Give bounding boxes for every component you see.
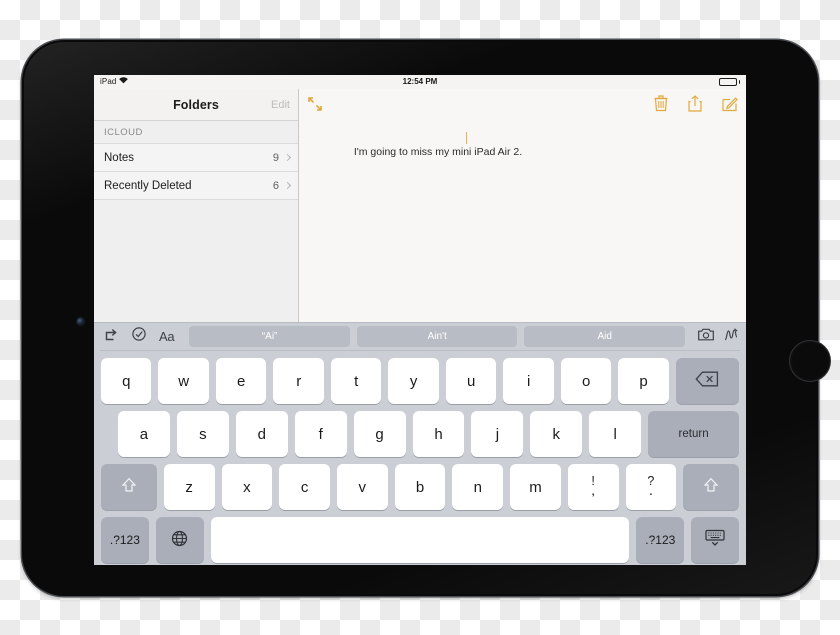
question-period-key[interactable]: ? . xyxy=(625,464,677,510)
share-up-icon[interactable] xyxy=(688,95,702,117)
edit-button[interactable]: Edit xyxy=(271,99,290,111)
status-bar: iPad 12:54 PM xyxy=(94,75,746,89)
status-bar-clock: 12:54 PM xyxy=(402,77,438,86)
key-c[interactable]: c xyxy=(279,464,330,510)
chevron-right-icon xyxy=(283,181,292,190)
ipad-device-frame: iPad 12:54 PM Folders Edit ICLOUD Notes … xyxy=(22,40,831,596)
key-o[interactable]: o xyxy=(560,358,612,404)
globe-language-icon xyxy=(171,530,188,551)
keyboard-row-3: z x c v b n m ! , ? . xyxy=(100,464,740,510)
key-l[interactable]: l xyxy=(589,411,642,457)
page-title: Folders xyxy=(173,98,219,112)
key-z[interactable]: z xyxy=(163,464,215,510)
screenshot-canvas: iPad 12:54 PM Folders Edit ICLOUD Notes … xyxy=(0,0,840,635)
keyboard-dismiss-key[interactable] xyxy=(691,517,739,563)
numbers-key-right[interactable]: .?123 xyxy=(636,517,685,563)
key-q[interactable]: q xyxy=(101,358,152,404)
status-bar-right xyxy=(718,78,740,86)
key-b[interactable]: b xyxy=(394,464,446,510)
key-y[interactable]: y xyxy=(388,358,439,404)
backspace-key[interactable] xyxy=(675,358,739,404)
checkmark-circle-icon[interactable] xyxy=(132,327,146,346)
keyboard-row-1: q w e r t y u i o p xyxy=(100,358,740,404)
ipad-screen: iPad 12:54 PM Folders Edit ICLOUD Notes … xyxy=(94,75,746,565)
sidebar-navbar: Folders Edit xyxy=(94,89,298,121)
key-n[interactable]: n xyxy=(452,464,504,510)
key-dual-bottom: . xyxy=(649,487,653,499)
prediction-candidate-3[interactable]: Aid xyxy=(524,326,685,347)
suggestion-right-icons xyxy=(692,327,740,346)
return-key[interactable]: return xyxy=(648,411,739,457)
keyboard-dismiss-icon xyxy=(704,529,726,551)
home-button[interactable] xyxy=(789,340,831,382)
shift-key-right[interactable] xyxy=(683,464,740,510)
key-x[interactable]: x xyxy=(221,464,273,510)
sidebar-item-label: Recently Deleted xyxy=(104,179,192,192)
backspace-delete-icon xyxy=(695,371,719,391)
note-navbar xyxy=(299,89,746,121)
markup-pen-icon[interactable] xyxy=(724,327,738,346)
battery-full-icon xyxy=(718,78,737,86)
key-dual-bottom: , xyxy=(591,487,595,499)
sidebar-item-count: 9 xyxy=(272,151,279,164)
key-e[interactable]: e xyxy=(215,358,267,404)
key-a[interactable]: a xyxy=(118,411,170,457)
key-g[interactable]: g xyxy=(353,411,406,457)
prediction-candidate-1[interactable]: “Ai” xyxy=(189,326,350,347)
key-d[interactable]: d xyxy=(235,411,288,457)
key-f[interactable]: f xyxy=(294,411,347,457)
undo-icon[interactable] xyxy=(104,328,119,346)
shift-up-arrow-icon xyxy=(703,477,719,497)
note-text-string: I'm going to miss my mini iPad Air 2. xyxy=(353,146,523,158)
key-i[interactable]: i xyxy=(503,358,554,404)
shift-up-arrow-icon xyxy=(121,477,137,497)
key-j[interactable]: j xyxy=(471,411,524,457)
predictive-suggestion-bar: Aa “Ai” Ain't Aid xyxy=(100,323,740,351)
chevron-right-icon xyxy=(283,153,292,162)
sidebar-item-count: 6 xyxy=(272,179,279,192)
sidebar-item-label: Notes xyxy=(104,151,135,164)
key-p[interactable]: p xyxy=(618,358,669,404)
text-caret xyxy=(466,132,468,144)
note-action-buttons xyxy=(654,95,738,117)
numbers-key-left[interactable]: .?123 xyxy=(101,517,149,563)
compose-pencil-icon[interactable] xyxy=(722,95,738,117)
keyboard-row-2: a s d f g h j k l return xyxy=(100,411,740,457)
battery-cap xyxy=(738,80,740,84)
key-t[interactable]: t xyxy=(330,358,382,404)
front-camera-dot xyxy=(77,318,84,325)
key-v[interactable]: v xyxy=(336,464,388,510)
key-s[interactable]: s xyxy=(176,411,229,457)
software-keyboard: Aa “Ai” Ain't Aid q w e r t y u i o p a … xyxy=(94,322,746,565)
globe-language-key[interactable] xyxy=(155,517,204,563)
key-r[interactable]: r xyxy=(273,358,324,404)
section-header-icloud: ICLOUD xyxy=(94,121,298,143)
text-format-icon[interactable]: Aa xyxy=(159,329,175,344)
sidebar-item-recently-deleted[interactable]: Recently Deleted 6 xyxy=(94,171,298,199)
prediction-candidate-2[interactable]: Ain't xyxy=(356,326,518,347)
sidebar-item-notes[interactable]: Notes 9 xyxy=(94,143,298,171)
key-k[interactable]: k xyxy=(530,411,583,457)
expand-diagonal-icon[interactable] xyxy=(307,96,323,117)
suggestion-left-icons: Aa xyxy=(100,327,182,346)
key-u[interactable]: u xyxy=(445,358,497,404)
key-m[interactable]: m xyxy=(510,464,561,510)
keyboard-row-4: .?123 .?123 xyxy=(100,517,740,563)
space-key[interactable] xyxy=(210,517,630,563)
exclamation-comma-key[interactable]: ! , xyxy=(567,464,619,510)
key-w[interactable]: w xyxy=(158,358,209,404)
camera-icon[interactable] xyxy=(698,328,714,346)
shift-key-left[interactable] xyxy=(101,464,157,510)
trash-icon[interactable] xyxy=(654,95,668,117)
key-h[interactable]: h xyxy=(412,411,465,457)
note-text-content: I'm going to miss my mini iPad Air 2. xyxy=(313,131,522,187)
